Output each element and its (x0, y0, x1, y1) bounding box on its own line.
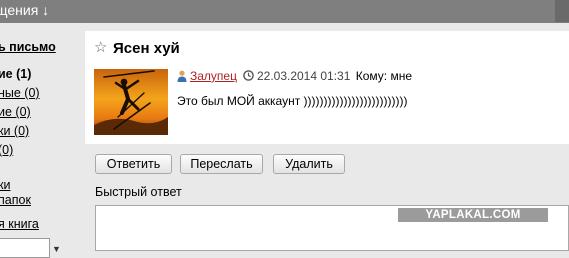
sidebar-item-inbox[interactable]: ие (1) (0, 67, 31, 81)
message-meta: Залупец 22.03.2014 01:31 Кому: мне (177, 68, 412, 84)
watermark: YAPLAKAL.COM (398, 208, 548, 222)
sidebar-item-4[interactable]: ки (0) (0, 124, 29, 138)
sidebar-item-2[interactable]: ные (0) (0, 86, 40, 100)
avatar (94, 69, 168, 135)
sidebar-item-5[interactable]: (0) (0, 143, 13, 157)
sidebar-link-1[interactable]: ки (0, 178, 10, 192)
sidebar-item-3[interactable]: ие (0) (0, 105, 31, 119)
sidebar-link-2[interactable]: папок (0, 193, 31, 207)
sidebar-select[interactable] (0, 238, 50, 258)
message-date: 22.03.2014 01:31 (256, 68, 351, 83)
delete-button[interactable]: Удалить (273, 154, 345, 174)
message-subject: Ясен хуй (113, 40, 180, 57)
sidebar: ь письмо ие (1) ные (0) ие (0) ки (0) (0… (0, 23, 82, 258)
forward-button[interactable]: Переслать (180, 154, 263, 174)
quick-reply-label: Быстрый ответ (95, 185, 182, 199)
star-outline-icon[interactable]: ☆ (94, 40, 107, 55)
user-icon (177, 70, 187, 82)
clock-icon (243, 70, 254, 82)
reply-button[interactable]: Ответить (95, 154, 172, 174)
message-body: Это был МОЙ аккаунт ))))))))))))))))))))… (177, 94, 408, 108)
address-book-link[interactable]: я книга (0, 217, 39, 231)
compose-link[interactable]: ь письмо (0, 40, 56, 54)
author-link[interactable]: Залупец (190, 69, 237, 83)
chevron-down-icon[interactable]: ▼ (52, 244, 61, 254)
watermark-text: YAPLAKAL.COM (425, 209, 521, 221)
section-title[interactable]: щения ↓ (0, 2, 49, 18)
to-label: Кому: (355, 68, 388, 83)
top-bar: щения ↓ (0, 0, 569, 23)
message-card: ☆ Ясен хуй Залупец 22.03.2014 01:31 Кому… (85, 31, 569, 144)
top-bar-corner (555, 0, 569, 22)
to-value: мне (390, 68, 413, 83)
